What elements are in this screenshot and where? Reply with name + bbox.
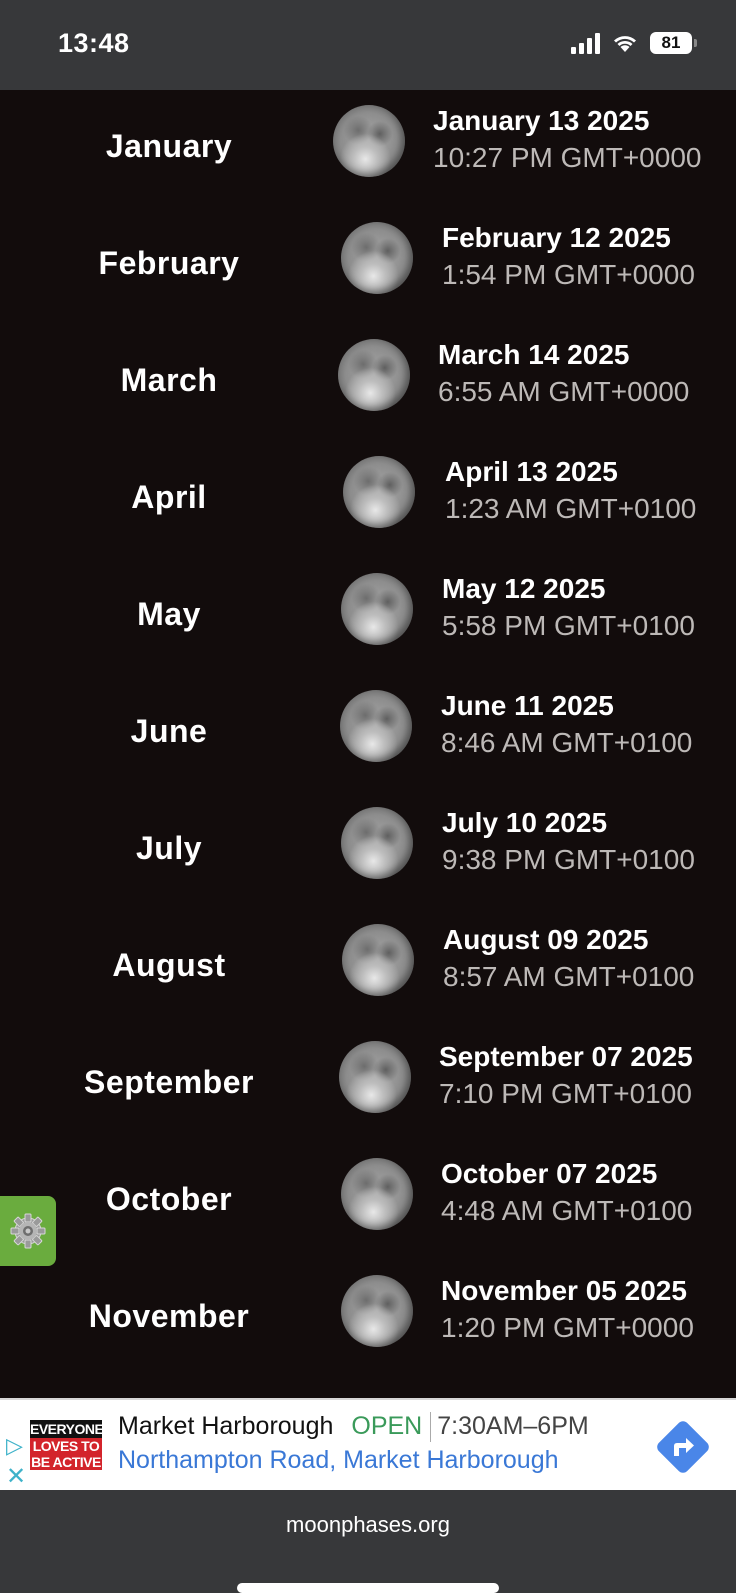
ad-address[interactable]: Northampton Road, Market Harborough (118, 1446, 559, 1475)
full-moon-date: February 12 2025 (442, 222, 671, 253)
full-moon-time: 8:46 AM GMT+0100 (441, 727, 693, 758)
month-label: May (137, 596, 201, 632)
month-label: September (84, 1064, 254, 1100)
browser-bottom-bar: moonphases.org (0, 1490, 736, 1593)
ad-logo-line3: BE ACTIVE (30, 1454, 102, 1470)
moon-info: February 12 2025 1:54 PM GMT+0000 (442, 220, 708, 294)
full-moon-date: July 10 2025 (442, 807, 608, 838)
url-bar[interactable]: moonphases.org (0, 1512, 736, 1538)
moon-info: January 13 2025 10:27 PM GMT+0000 (433, 103, 708, 177)
moon-icon (342, 924, 414, 996)
battery-icon: 81 (650, 32, 697, 54)
ad-open-status: OPEN (351, 1412, 423, 1440)
full-moon-row: October October 07 2025 4:48 AM GMT+0100 (0, 1143, 736, 1260)
month-label: February (98, 245, 240, 281)
month-label: August (112, 947, 226, 983)
settings-button[interactable] (0, 1196, 56, 1266)
full-moon-date: November 05 2025 (441, 1275, 687, 1306)
full-moon-row: February February 12 2025 1:54 PM GMT+0000 (0, 207, 736, 324)
status-time: 13:48 (58, 28, 130, 58)
close-ad-icon[interactable]: ✕ (6, 1462, 26, 1491)
ad-hours: 7:30AM–6PM (437, 1412, 589, 1440)
adchoices-icon[interactable]: ▷ (6, 1435, 23, 1457)
full-moon-row: April April 13 2025 1:23 AM GMT+0100 (0, 441, 736, 558)
full-moon-date: August 09 2025 (443, 924, 649, 955)
full-moon-date: January 13 2025 (433, 105, 650, 136)
full-moon-time: 1:23 AM GMT+0100 (445, 493, 697, 524)
ad-divider (430, 1412, 432, 1443)
month-label: November (88, 1298, 250, 1334)
full-moon-row: November November 05 2025 1:20 PM GMT+0000 (0, 1260, 736, 1377)
ad-logo-line1: EVERYONE (30, 1420, 104, 1438)
moon-icon (340, 690, 412, 762)
full-moon-time: 9:38 PM GMT+0100 (442, 844, 695, 875)
full-moon-time: 1:20 PM GMT+0000 (441, 1312, 694, 1343)
moon-icon (343, 456, 415, 528)
moon-icon (341, 1158, 413, 1230)
full-moon-date: September 07 2025 (439, 1041, 693, 1072)
full-moon-row: September September 07 2025 7:10 PM GMT+01… (0, 1026, 736, 1143)
full-moon-time: 5:58 PM GMT+0100 (442, 610, 695, 641)
gear-icon (10, 1213, 46, 1249)
moon-icon (341, 573, 413, 645)
moon-info: March 14 2025 6:55 AM GMT+0000 (438, 337, 708, 411)
full-moon-row: August August 09 2025 8:57 AM GMT+0100 (0, 909, 736, 1026)
month-label: March (120, 362, 218, 398)
wifi-icon (614, 36, 636, 52)
full-moon-time: 1:54 PM GMT+0000 (442, 259, 695, 290)
moon-info: May 12 2025 5:58 PM GMT+0100 (442, 571, 708, 645)
moon-icon (339, 1041, 411, 1113)
full-moon-row: May May 12 2025 5:58 PM GMT+0100 (0, 558, 736, 675)
ad-logo-line2: LOVES TO (30, 1438, 102, 1454)
month-label: April (131, 479, 207, 515)
month-label: June (130, 713, 208, 749)
full-moon-list: January January 13 2025 10:27 PM GMT+0000 F… (0, 90, 736, 1398)
ad-title[interactable]: Market Harborough (118, 1412, 333, 1440)
full-moon-time: 4:48 AM GMT+0100 (441, 1195, 693, 1226)
full-moon-date: March 14 2025 (438, 339, 630, 370)
full-moon-date: April 13 2025 (445, 456, 618, 487)
full-moon-time: 6:55 AM GMT+0000 (438, 376, 690, 407)
moon-info: November 05 2025 1:20 PM GMT+0000 (441, 1273, 708, 1347)
full-moon-row: June June 11 2025 8:46 AM GMT+0100 (0, 675, 736, 792)
moon-info: August 09 2025 8:57 AM GMT+0100 (443, 922, 708, 996)
moon-icon (341, 222, 413, 294)
full-moon-date: May 12 2025 (442, 573, 606, 604)
directions-icon[interactable] (654, 1418, 712, 1476)
moon-icon (338, 339, 410, 411)
ad-logo: EVERYONE LOVES TO BE ACTIVE (30, 1420, 104, 1470)
moon-icon (333, 105, 405, 177)
signal-icon (571, 32, 600, 54)
full-moon-date: October 07 2025 (441, 1158, 658, 1189)
full-moon-date: June 11 2025 (441, 690, 614, 721)
moon-info: October 07 2025 4:48 AM GMT+0100 (441, 1156, 708, 1230)
moon-icon (341, 1275, 413, 1347)
month-label: January (105, 128, 233, 164)
moon-info: July 10 2025 9:38 PM GMT+0100 (442, 805, 708, 879)
full-moon-time: 10:27 PM GMT+0000 (433, 142, 702, 173)
full-moon-row: January January 13 2025 10:27 PM GMT+0000 (0, 90, 736, 207)
full-moon-row: March March 14 2025 6:55 AM GMT+0000 (0, 324, 736, 441)
moon-icon (341, 807, 413, 879)
full-moon-time: 8:57 AM GMT+0100 (443, 961, 695, 992)
home-indicator[interactable] (237, 1583, 499, 1593)
full-moon-row: July July 10 2025 9:38 PM GMT+0100 (0, 792, 736, 909)
full-moon-time: 7:10 PM GMT+0100 (439, 1078, 692, 1109)
ad-banner[interactable]: ▷ ✕ EVERYONE LOVES TO BE ACTIVE Market H… (0, 1398, 736, 1492)
moon-info: June 11 2025 8:46 AM GMT+0100 (441, 688, 708, 762)
status-bar: 13:48 81 (0, 0, 736, 90)
moon-info: April 13 2025 1:23 AM GMT+0100 (445, 454, 708, 528)
moon-info: September 07 2025 7:10 PM GMT+0100 (439, 1039, 708, 1113)
month-label: July (135, 830, 203, 866)
